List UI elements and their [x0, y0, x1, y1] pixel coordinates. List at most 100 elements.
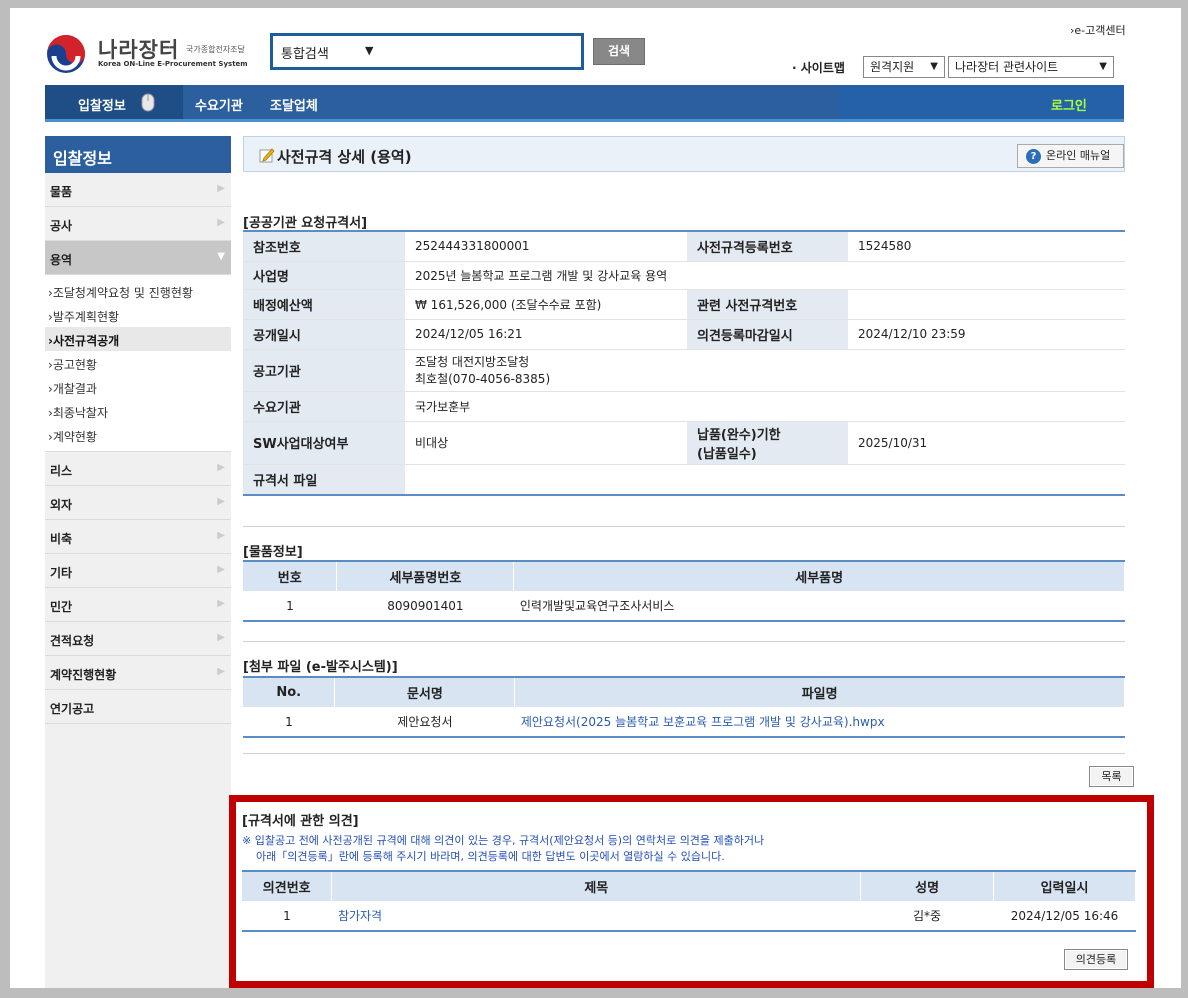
deadline-value: 2024/12/10 23:59 — [848, 319, 1125, 350]
chevron-down-icon: ▼ — [1099, 61, 1107, 72]
goods-code: 8090901401 — [336, 591, 514, 622]
column-header: 성명 — [860, 871, 995, 901]
sidebar-item-lease[interactable]: 리스 ▶ — [45, 452, 231, 486]
sidebar-item-label: 계약진행현황 — [50, 668, 117, 682]
logo-subtitle-kr: 국가종합전자조달 — [186, 45, 245, 54]
column-header: 파일명 — [514, 677, 1125, 707]
sidebar-item-construction[interactable]: 공사 ▶ — [45, 207, 231, 241]
chevron-right-icon: ▶ — [217, 530, 225, 541]
remote-support-select-value: 원격지원 — [870, 60, 915, 74]
project-name-label: 사업명 — [243, 261, 405, 290]
left-sidebar: 입찰정보 물품 ▶ 공사 ▶ 용역 ▼ ›조달청계약요청 및 진행현황 ›발주계획현황… — [45, 136, 231, 988]
delivery-deadline-value: 2025/10/31 — [848, 421, 1125, 465]
attachment-file-link[interactable]: 제안요청서(2025 늘봄학교 보훈교육 프로그램 개발 및 강사교육).hwp… — [514, 707, 1125, 738]
chevron-right-icon: ▶ — [217, 666, 225, 677]
sidebar-item-label: 민간 — [50, 600, 73, 614]
sidebar-item-stockpile[interactable]: 비축 ▶ — [45, 520, 231, 554]
nav-demand-agency[interactable]: 수요기관 — [195, 95, 243, 114]
sidebar-item-postponed[interactable]: 연기공고 — [45, 690, 231, 724]
submenu-item-label: 최종낙찰자 — [52, 406, 109, 420]
submenu-item-active[interactable]: ›사전규격공개 — [45, 327, 231, 351]
spec-file-label: 규격서 파일 — [243, 464, 405, 496]
site-logo[interactable]: 나라장터 국가종합전자조달 Korea ON-Line E-Procuremen… — [46, 30, 276, 76]
submenu-item[interactable]: ›계약현황 — [45, 423, 231, 447]
sidebar-item-contract-progress[interactable]: 계약진행현황 ▶ — [45, 656, 231, 690]
online-manual-label: 온라인 매뉴얼 — [1046, 149, 1111, 162]
submenu-item[interactable]: ›개찰결과 — [45, 375, 231, 399]
remote-support-select[interactable]: 원격지원 ▼ — [863, 56, 945, 78]
sidebar-item-label: 리스 — [50, 464, 73, 478]
sitemap-link[interactable]: · 사이트맵 — [792, 59, 845, 76]
delivery-deadline-label: 납품(완수)기한 (납품일수) — [687, 421, 848, 465]
register-opinion-button[interactable]: 의견등록 — [1064, 949, 1128, 970]
page-title-bar: 사전규격 상세 (용역) ? 온라인 매뉴얼 — [243, 136, 1125, 172]
sidebar-item-quote-request[interactable]: 견적요청 ▶ — [45, 622, 231, 656]
budget-label: 배정예산액 — [243, 289, 405, 320]
chevron-down-icon: ▼ — [930, 61, 938, 72]
opinion-date: 2024/12/05 16:46 — [993, 901, 1136, 932]
list-button[interactable]: 목록 — [1089, 766, 1134, 787]
main-navbar: 입찰정보 수요기관 조달업체 로그인 — [45, 85, 1124, 122]
search-scope-select[interactable]: 통합검색 — [281, 43, 329, 62]
nav-supplier[interactable]: 조달업체 — [270, 95, 318, 114]
sidebar-item-services[interactable]: 용역 ▼ — [45, 241, 231, 275]
sidebar-item-label: 연기공고 — [50, 702, 95, 716]
opinion-author: 김*중 — [860, 901, 994, 932]
spec-file-value — [405, 464, 1125, 496]
logo-subtitle-en: Korea ON-Line E-Procurement System — [98, 60, 248, 68]
goods-table: 번호 세부품명번호 세부품명 1 8090901401 인력개발및교육연구조사서… — [243, 560, 1125, 622]
search-box[interactable]: 통합검색 ▼ — [270, 33, 584, 70]
help-icon: ? — [1026, 149, 1041, 164]
chevron-right-icon: ▶ — [217, 564, 225, 575]
goods-no: 1 — [243, 591, 337, 622]
page-title: 사전규격 상세 (용역) — [277, 148, 412, 166]
opinions-notice-line1: ※ 입찰공고 전에 사전공개된 규격에 대해 의견이 있는 경우, 규격서(제안… — [242, 834, 765, 847]
attachment-doc-name: 제안요청서 — [334, 707, 515, 738]
agency-value: 조달청 대전지방조달청 최호철(070-4056-8385) — [405, 349, 1125, 392]
opinion-no: 1 — [242, 901, 332, 932]
nav-bid-info[interactable]: 입찰정보 — [78, 95, 126, 114]
column-header: 입력일시 — [993, 871, 1136, 901]
goods-name: 인력개발및교육연구조사서비스 — [513, 591, 1125, 622]
table-row: 1 제안요청서 제안요청서(2025 늘봄학교 보훈교육 프로그램 개발 및 강… — [243, 707, 1125, 738]
deadline-label: 의견등록마감일시 — [687, 319, 848, 350]
sidebar-item-label: 공사 — [50, 219, 73, 233]
sidebar-item-foreign[interactable]: 외자 ▶ — [45, 486, 231, 520]
opinions-notice-line2: 아래「의견등록」란에 등록해 주시기 바라며, 의견등록에 대한 답변도 이곳에… — [256, 850, 725, 863]
divider — [243, 753, 1125, 754]
customer-center-link[interactable]: ›e-고객센터 — [1070, 22, 1126, 38]
attachments-section-title: [첨부 파일 (e-발주시스템)] — [243, 660, 398, 675]
attachment-no: 1 — [243, 707, 335, 738]
related-sites-select[interactable]: 나라장터 관련사이트 ▼ — [948, 56, 1114, 78]
column-header: No. — [243, 677, 336, 707]
submenu-item[interactable]: ›최종낙찰자 — [45, 399, 231, 423]
demand-agency-label: 수요기관 — [243, 391, 405, 422]
project-name-value: 2025년 늘봄학교 프로그램 개발 및 강사교육 용역 — [405, 261, 1125, 290]
demand-agency-value: 국가보훈부 — [405, 391, 1125, 422]
column-header: 제목 — [331, 871, 862, 901]
table-row: 1 참가자격 김*중 2024/12/05 16:46 — [242, 901, 1136, 932]
submenu-item[interactable]: ›조달청계약요청 및 진행현황 — [45, 279, 231, 303]
search-button[interactable]: 검색 — [593, 38, 645, 65]
submenu-item-label: 사전규격공개 — [52, 334, 120, 348]
sidebar-item-label: 비축 — [50, 532, 73, 546]
opinion-title-link[interactable]: 참가자격 — [331, 901, 861, 932]
submenu-item[interactable]: ›발주계획현황 — [45, 303, 231, 327]
online-manual-button[interactable]: ? 온라인 매뉴얼 — [1017, 144, 1124, 168]
agency-name: 조달청 대전지방조달청 — [415, 355, 530, 369]
submenu-item-label: 조달청계약요청 및 진행현황 — [52, 286, 193, 300]
sidebar-item-etc[interactable]: 기타 ▶ — [45, 554, 231, 588]
open-date-value: 2024/12/05 16:21 — [405, 319, 687, 350]
ref-no-label: 참조번호 — [243, 231, 405, 262]
related-spec-label: 관련 사전규격번호 — [687, 289, 848, 320]
chevron-down-icon: ▼ — [365, 44, 374, 57]
chevron-down-icon: ▼ — [217, 251, 225, 262]
attachments-table: No. 문서명 파일명 1 제안요청서 제안요청서(2025 늘봄학교 보훈교육… — [243, 676, 1125, 738]
submenu-item[interactable]: ›공고현황 — [45, 351, 231, 375]
related-spec-value — [848, 289, 1125, 320]
taegeuk-logo-icon — [47, 35, 85, 73]
sidebar-item-private[interactable]: 민간 ▶ — [45, 588, 231, 622]
login-link[interactable]: 로그인 — [1051, 95, 1087, 114]
open-date-label: 공개일시 — [243, 319, 405, 350]
sidebar-item-goods[interactable]: 물품 ▶ — [45, 173, 231, 207]
